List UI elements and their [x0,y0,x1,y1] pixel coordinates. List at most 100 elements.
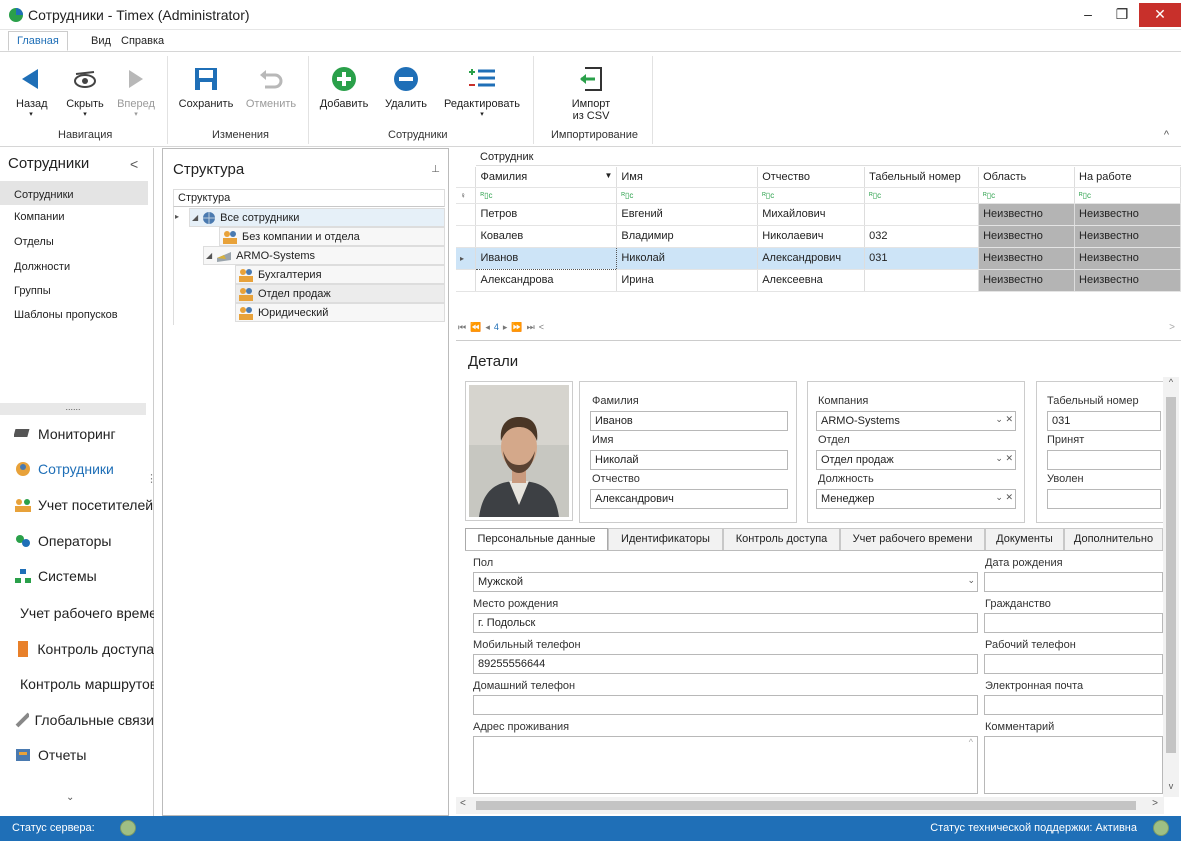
filter-cell-icon[interactable]: ᴿ▯c [475,187,618,204]
nav-systems[interactable]: Системы [14,568,154,584]
cell[interactable]: Неизвестно [978,203,1076,226]
scroll-up-icon[interactable]: ^ [969,737,973,747]
edit-button[interactable]: Редактировать ▾ [440,60,524,118]
comment-field[interactable] [984,736,1163,794]
cell[interactable]: Неизвестно [1074,225,1181,248]
collapse-tree-icon[interactable]: ◢ [192,209,198,227]
cell[interactable]: 031 [864,247,980,270]
next-icon[interactable]: ▸ [503,322,508,333]
cell[interactable]: Александрович [757,247,866,270]
tree-node-no-company[interactable]: Без компании и отдела [219,227,445,246]
menu-home[interactable]: Главная [8,31,68,51]
back-button[interactable]: Назад ▾ [16,60,48,118]
table-row[interactable]: Александрова Ирина Алексеевна Неизвестно Не… [456,269,1181,292]
close-icon[interactable]: ✕ [1139,3,1181,27]
cell[interactable] [864,269,980,292]
minimize-icon[interactable]: – [1071,0,1105,30]
tab-documents[interactable]: Документы [985,528,1064,550]
table-row[interactable]: Петров Евгений Михайлович Неизвестно Неизве… [456,203,1181,226]
email-field[interactable] [984,695,1163,715]
home-phone-field[interactable] [473,695,978,715]
dropdown-clear-icon[interactable]: ⌄ ✕ [995,492,1013,503]
import-csv-button[interactable]: Импорт из CSV [560,60,622,122]
firstname-field[interactable]: Николай [590,450,788,470]
cell[interactable]: 032 [864,225,980,248]
cell[interactable]: Николай [616,247,759,270]
nav-sub-pass-templates[interactable]: Шаблоны пропусков [14,309,118,321]
tab-additional[interactable]: Дополнительно [1064,528,1163,550]
cell[interactable]: Неизвестно [1074,203,1181,226]
tabnum-field[interactable]: 031 [1047,411,1161,431]
filter-cell-icon[interactable]: ᴿ▯c [616,187,759,204]
cell[interactable]: Ковалев [475,225,618,248]
lastname-field[interactable]: Иванов [590,411,788,431]
cell[interactable] [864,203,980,226]
collapse-ribbon-icon[interactable]: ^ [1164,129,1169,141]
nav-sub-companies[interactable]: Компании [14,211,65,223]
nav-time-tracking[interactable]: Учет рабочего времени [14,604,154,622]
pin-icon[interactable]: ⊥ [431,164,440,175]
scroll-left-icon[interactable]: < [539,322,544,333]
details-scrollbar[interactable]: ^ v [1163,377,1179,797]
save-button[interactable]: Сохранить [174,60,238,110]
gender-select[interactable]: Мужской ⌄ [473,572,978,592]
cell[interactable]: Александрова [475,269,618,292]
nav-sub-departments[interactable]: Отделы [14,236,54,248]
undo-button[interactable]: Отменить [242,60,300,110]
work-phone-field[interactable] [984,654,1163,674]
department-field[interactable]: Отдел продаж ⌄ ✕ [816,450,1016,470]
chevron-down-icon[interactable]: ⌄ [967,575,975,586]
scroll-up-icon[interactable]: ^ [1163,377,1179,387]
cell[interactable]: Петров [475,203,618,226]
prev-icon[interactable]: ◂ [485,322,490,333]
col-at-work[interactable]: На работе [1074,167,1181,188]
scroll-right-icon[interactable]: > [1152,798,1158,809]
table-row[interactable]: Ковалев Владимир Николаевич 032 Неизвестно Н… [456,225,1181,248]
nav-splitter[interactable]: ...... [0,403,146,415]
nav-reports[interactable]: Отчеты [14,746,154,764]
col-middlename[interactable]: Отчество [757,167,866,188]
hide-button[interactable]: Скрыть ▾ [62,60,108,118]
middlename-field[interactable]: Александрович [590,489,788,509]
nav-sub-groups[interactable]: Группы [14,285,51,297]
company-field[interactable]: ARMO-Systems ⌄ ✕ [816,411,1016,431]
filter-cell-icon[interactable]: ᴿ▯c [757,187,866,204]
collapse-tree-icon[interactable]: ◢ [206,247,212,265]
nav-global-links[interactable]: Глобальные связи [14,711,154,729]
menu-view[interactable]: Вид [91,35,111,47]
tree-node-accounting[interactable]: Бухгалтерия [235,265,445,284]
details-h-scrollbar[interactable]: < > [456,797,1164,814]
scroll-thumb[interactable] [476,801,1136,810]
nav-access-control[interactable]: Контроль доступа [14,640,154,658]
table-row-selected[interactable]: ▸ Иванов Николай Александрович 031 Неизвест… [456,246,1181,270]
scroll-down-icon[interactable]: v [1163,781,1179,791]
fired-field[interactable] [1047,489,1161,509]
scroll-thumb[interactable] [1166,397,1176,753]
cell[interactable]: Владимир [616,225,759,248]
col-firstname[interactable]: Имя [616,167,759,188]
tree-node-all[interactable]: ◢ Все сотрудники [189,208,445,227]
dropdown-clear-icon[interactable]: ⌄ ✕ [995,453,1013,464]
col-area[interactable]: Область [978,167,1076,188]
nav-sub-employees[interactable]: Сотрудники [0,181,148,205]
cell[interactable]: Неизвестно [1074,269,1181,292]
forward-button[interactable]: Вперед ▾ [114,60,158,118]
tree-node-armo[interactable]: ◢ ARMO-Systems [203,246,445,265]
tab-identifiers[interactable]: Идентификаторы [608,528,723,550]
tab-access[interactable]: Контроль доступа [723,528,840,550]
col-tabnum[interactable]: Табельный номер [864,167,980,188]
nav-visitors[interactable]: Учет посетителей [14,497,154,513]
filter-cell-icon[interactable]: ᴿ▯c [864,187,980,204]
cell[interactable]: Николаевич [757,225,866,248]
photo-frame[interactable] [465,381,573,521]
cell[interactable]: Неизвестно [1074,247,1181,270]
nav-routes[interactable]: Контроль маршрутов [14,675,154,693]
scroll-right-icon[interactable]: > [1169,322,1175,333]
cell[interactable]: Иванов [475,246,618,270]
cell[interactable]: Неизвестно [978,225,1076,248]
hired-field[interactable] [1047,450,1161,470]
nav-operators[interactable]: Операторы [14,533,154,549]
collapse-nav-icon[interactable]: < [130,156,138,172]
tab-personal[interactable]: Персональные данные [465,528,608,550]
scroll-left-icon[interactable]: < [460,798,466,809]
